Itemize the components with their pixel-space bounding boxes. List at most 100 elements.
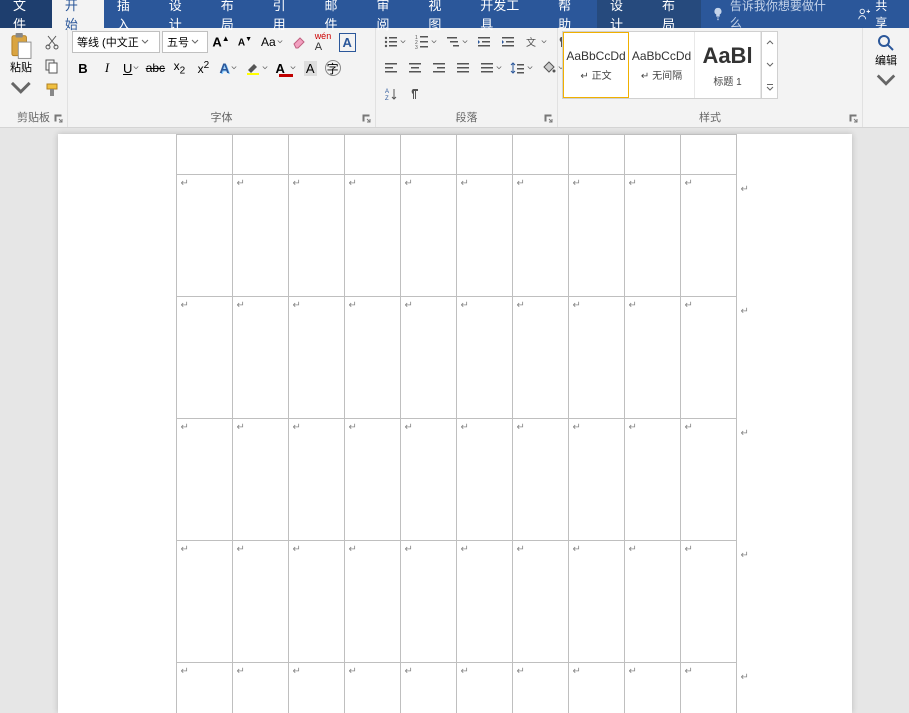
table-row[interactable]: ↵↵↵↵↵↵↵↵↵↵: [176, 297, 736, 419]
table-row[interactable]: ↵↵↵↵↵↵↵↵↵↵: [176, 541, 736, 663]
style-preview-text: AaBbCcDd: [566, 49, 625, 63]
font-name-combo[interactable]: 等线 (中文正: [72, 31, 160, 53]
align-right-button[interactable]: [428, 57, 450, 79]
tab-view[interactable]: 视图: [415, 0, 467, 28]
char-shading-button[interactable]: A: [301, 57, 320, 79]
table-row[interactable]: ↵↵↵↵↵↵↵↵↵↵: [176, 663, 736, 713]
multilevel-list-button[interactable]: [442, 31, 471, 53]
font-size-combo[interactable]: 五号: [162, 31, 208, 53]
paste-label: 粘贴: [10, 62, 32, 75]
enclose-char-button[interactable]: 字: [322, 57, 344, 79]
bold-button[interactable]: B: [72, 57, 94, 79]
share-button[interactable]: 共享: [847, 0, 909, 31]
paste-button[interactable]: 粘贴: [4, 31, 38, 103]
document-area[interactable]: ↵↵↵↵↵↵↵↵↵↵ ↵↵↵↵↵↵↵↵↵↵ ↵↵↵↵↵↵↵↵↵↵ ↵↵↵↵↵↵↵…: [0, 128, 909, 713]
highlight-icon: [245, 60, 261, 76]
row-end-mark: ↵: [741, 428, 749, 439]
group-paragraph: 123 文 AZ: [376, 28, 558, 127]
change-case-button[interactable]: Aa: [258, 31, 286, 53]
highlight-button[interactable]: [242, 57, 271, 79]
superscript-button[interactable]: x2: [192, 57, 214, 79]
table-row[interactable]: ↵↵↵↵↵↵↵↵↵↵: [176, 175, 736, 297]
clipboard-launcher[interactable]: [53, 113, 65, 125]
align-right-icon: [431, 60, 447, 76]
paragraph-launcher[interactable]: [543, 113, 555, 125]
editing-label: 编辑: [875, 55, 897, 68]
tab-review[interactable]: 审阅: [363, 0, 415, 28]
align-distributed-button[interactable]: [476, 57, 505, 79]
group-styles: AaBbCcDd ↵ 正文 AaBbCcDd ↵ 无间隔 AaBl 标题 1: [558, 28, 863, 127]
tab-layout[interactable]: 布局: [208, 0, 260, 28]
tab-file[interactable]: 文件: [0, 0, 52, 28]
style-item-heading1[interactable]: AaBl 标题 1: [695, 32, 761, 98]
tab-help[interactable]: 帮助: [545, 0, 597, 28]
style-preview-text: AaBbCcDd: [632, 49, 691, 63]
increase-indent-button[interactable]: [497, 31, 519, 53]
tab-insert[interactable]: 插入: [104, 0, 156, 28]
search-icon: [876, 33, 896, 53]
italic-button[interactable]: I: [96, 57, 118, 79]
character-border-button[interactable]: A: [336, 31, 358, 53]
align-justify-button[interactable]: [452, 57, 474, 79]
tab-home[interactable]: 开始: [52, 0, 104, 28]
text-effects-button[interactable]: A: [216, 57, 239, 79]
asian-layout-button[interactable]: 文: [521, 31, 550, 53]
table-row[interactable]: ↵↵↵↵↵↵↵↵↵↵: [176, 419, 736, 541]
table-row[interactable]: [176, 135, 736, 175]
sort-button[interactable]: AZ: [380, 83, 402, 105]
row-end-mark: ↵: [741, 550, 749, 561]
format-painter-button[interactable]: [41, 79, 63, 101]
grow-font-button[interactable]: A▲: [210, 31, 232, 53]
paragraph-mark: ↵: [181, 178, 189, 189]
font-size-value: 五号: [167, 34, 189, 50]
style-item-nospacing[interactable]: AaBbCcDd ↵ 无间隔: [629, 32, 695, 98]
group-editing: 编辑: [863, 28, 909, 127]
sort-icon: AZ: [383, 86, 399, 102]
tell-me-search[interactable]: 告诉我你想要做什么: [701, 0, 847, 31]
underline-button[interactable]: U: [120, 57, 142, 79]
outdent-icon: [476, 34, 492, 50]
group-clipboard: 粘贴 剪贴板: [0, 28, 68, 127]
strikethrough-button[interactable]: abc: [144, 57, 166, 79]
tab-table-design[interactable]: 设计: [597, 0, 649, 28]
decrease-indent-button[interactable]: [473, 31, 495, 53]
editing-button[interactable]: 编辑: [871, 31, 901, 103]
style-item-normal[interactable]: AaBbCcDd ↵ 正文: [563, 32, 629, 98]
numbering-button[interactable]: 123: [411, 31, 440, 53]
page[interactable]: ↵↵↵↵↵↵↵↵↵↵ ↵↵↵↵↵↵↵↵↵↵ ↵↵↵↵↵↵↵↵↵↵ ↵↵↵↵↵↵↵…: [58, 134, 852, 713]
phonetic-guide-button[interactable]: wénA: [312, 31, 335, 53]
styles-launcher[interactable]: [848, 113, 860, 125]
tab-mailings[interactable]: 邮件: [312, 0, 364, 28]
bullets-button[interactable]: [380, 31, 409, 53]
gallery-down-button[interactable]: [762, 54, 777, 76]
group-styles-label: 样式: [562, 107, 858, 127]
tab-developer[interactable]: 开发工具: [467, 0, 545, 28]
line-spacing-button[interactable]: [507, 57, 536, 79]
svg-text:A: A: [385, 89, 389, 95]
tab-design[interactable]: 设计: [156, 0, 208, 28]
chevron-down-icon: [875, 70, 897, 92]
tab-references[interactable]: 引用: [260, 0, 312, 28]
cut-button[interactable]: [41, 31, 63, 53]
cut-icon: [44, 34, 60, 50]
shrink-font-button[interactable]: A▼: [234, 31, 256, 53]
gallery-up-button[interactable]: [762, 32, 777, 54]
indent-icon: [500, 34, 516, 50]
share-icon: [857, 7, 871, 21]
gallery-more-button[interactable]: [762, 76, 777, 98]
align-center-button[interactable]: [404, 57, 426, 79]
font-name-value: 等线 (中文正: [77, 34, 139, 50]
paste-icon: [8, 33, 34, 60]
tab-table-layout[interactable]: 布局: [649, 0, 701, 28]
copy-button[interactable]: [41, 55, 63, 77]
align-justify-icon: [455, 60, 471, 76]
subscript-button[interactable]: x2: [168, 57, 190, 79]
align-left-button[interactable]: [380, 57, 402, 79]
font-launcher[interactable]: [361, 113, 373, 125]
show-all-button[interactable]: [404, 83, 426, 105]
style-name-label: ↵ 无间隔: [641, 67, 682, 82]
font-color-button[interactable]: A: [273, 57, 299, 79]
style-preview-text: AaBl: [702, 43, 752, 69]
clear-formatting-button[interactable]: [288, 31, 310, 53]
document-table[interactable]: ↵↵↵↵↵↵↵↵↵↵ ↵↵↵↵↵↵↵↵↵↵ ↵↵↵↵↵↵↵↵↵↵ ↵↵↵↵↵↵↵…: [176, 134, 737, 713]
